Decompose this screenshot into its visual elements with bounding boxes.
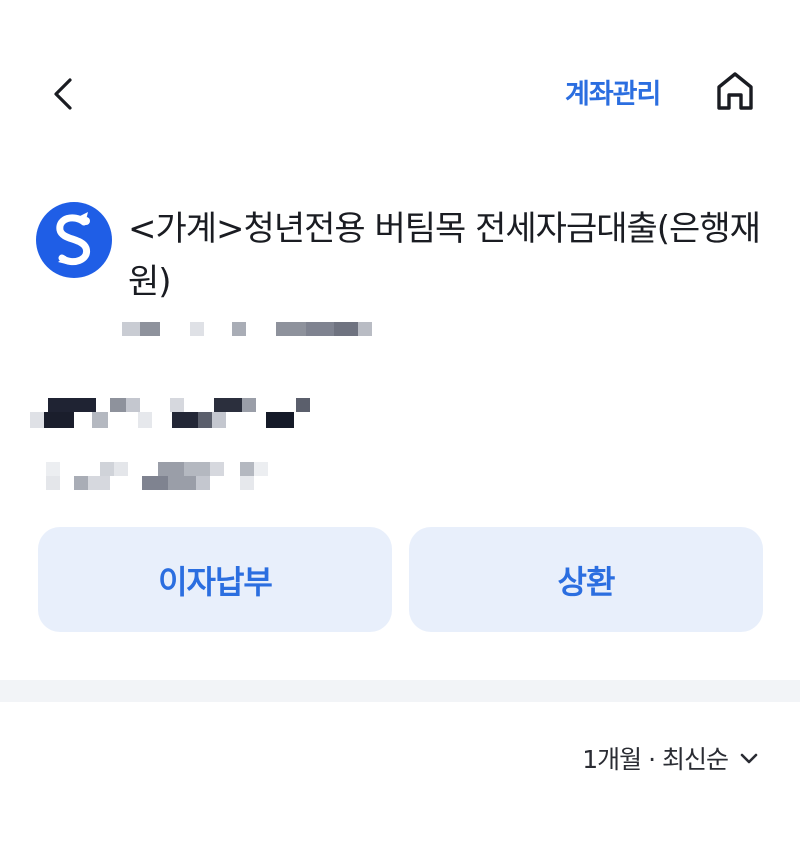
back-button[interactable]: [42, 70, 86, 118]
masked-balance: [30, 398, 310, 428]
masked-account-number: [122, 322, 372, 336]
repay-button[interactable]: 상환: [409, 527, 763, 632]
chevron-down-icon: [740, 753, 758, 764]
account-manage-link[interactable]: 계좌관리: [565, 72, 661, 111]
top-bar: 계좌관리: [0, 0, 800, 190]
interest-payment-button[interactable]: 이자납부: [38, 527, 392, 632]
account-title: <가계>청년전용 버팀목 전세자금대출(은행재원): [128, 209, 761, 302]
bank-logo: [36, 202, 112, 278]
section-divider: [0, 680, 800, 702]
home-button[interactable]: [710, 66, 760, 116]
filter-label: 1개월 · 최신순: [582, 745, 729, 774]
masked-sub-info: [46, 462, 268, 490]
home-icon: [717, 72, 753, 110]
period-sort-filter[interactable]: 1개월 · 최신순: [582, 740, 760, 776]
chevron-left-icon: [54, 78, 72, 110]
